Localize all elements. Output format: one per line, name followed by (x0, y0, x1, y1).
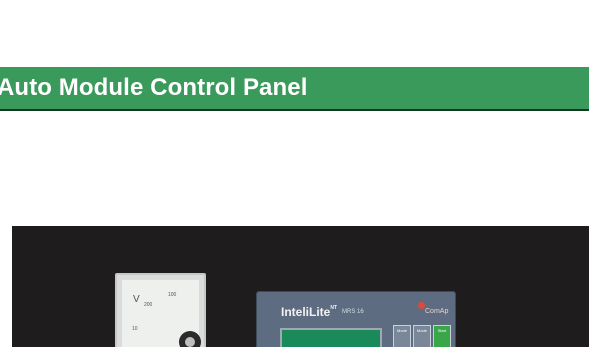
controller-brand: InteliLiteNT (281, 305, 338, 319)
control-panel-photo: V 200 100 10 InteliLiteNT MRS 16 ComAp M… (12, 226, 589, 347)
voltmeter-tick: 200 (144, 302, 153, 308)
lcd-display (280, 328, 382, 347)
mode-button: Mode (393, 325, 411, 347)
comap-logo-icon (418, 302, 425, 309)
controller-maker: ComAp (425, 308, 449, 315)
voltmeter: V 200 100 10 (115, 273, 206, 347)
voltmeter-unit: V (133, 294, 140, 305)
voltmeter-tick: 100 (168, 292, 177, 298)
controller-model: MRS 16 (342, 309, 364, 315)
inteli-lite-controller: InteliLiteNT MRS 16 ComAp Mode Mode Star… (256, 291, 456, 347)
voltmeter-face: V 200 100 10 (122, 280, 201, 347)
voltmeter-tick: 10 (132, 326, 138, 332)
needle-hub-icon (179, 331, 201, 347)
mode-button: Mode (413, 325, 431, 347)
page-title: Auto Module Control Panel (0, 74, 308, 101)
start-button: Start (433, 325, 451, 347)
title-bar: Auto Module Control Panel (0, 67, 589, 111)
